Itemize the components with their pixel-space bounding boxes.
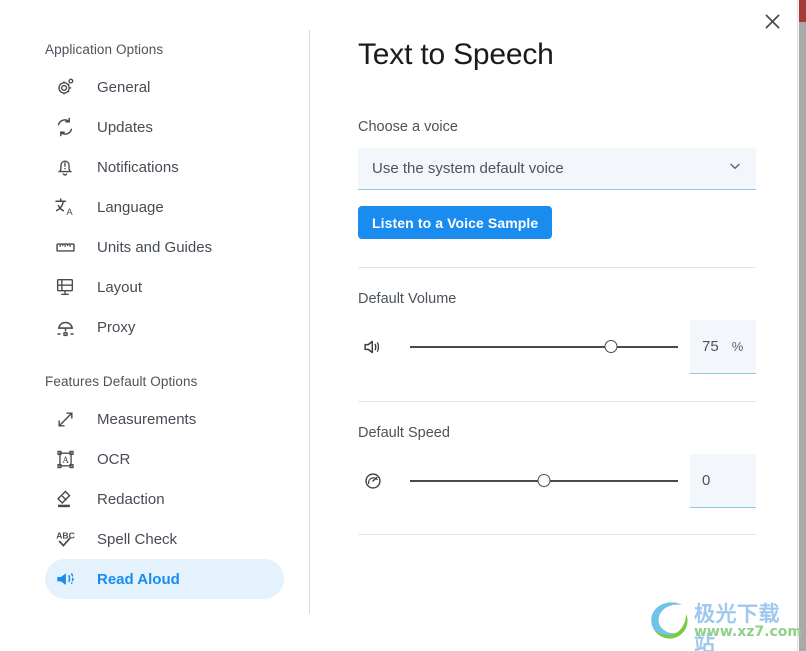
speed-value: 0 [702, 472, 711, 489]
eraser-icon [50, 486, 80, 512]
measure-arrow-icon [50, 406, 80, 432]
sidebar-item-label: Proxy [97, 318, 136, 336]
sidebar-item-label: Redaction [97, 490, 165, 508]
speed-value-box[interactable]: 0 [690, 454, 756, 508]
bell-alert-icon [50, 154, 80, 180]
sidebar-item-proxy[interactable]: Proxy [45, 307, 284, 347]
settings-content-panel: Text to Speech Choose a voice Use the sy… [310, 0, 806, 651]
svg-text:A: A [62, 454, 69, 464]
sidebar-item-general[interactable]: General [45, 67, 284, 107]
scrollbar-thumb-top[interactable] [799, 0, 806, 22]
listen-to-voice-sample-button[interactable]: Listen to a Voice Sample [358, 206, 553, 239]
volume-slider-thumb[interactable] [604, 340, 618, 353]
default-speed-section: Default Speed 0 [358, 425, 806, 508]
sidebar-item-ocr[interactable]: A OCR [45, 439, 284, 479]
vertical-scrollbar[interactable] [797, 0, 806, 651]
sidebar-item-label: Measurements [97, 410, 197, 428]
volume-unit: % [731, 339, 744, 354]
megaphone-icon [50, 566, 80, 592]
sidebar-item-label: Units and Guides [97, 238, 213, 256]
sidebar-group-title-application-options: Application Options [45, 42, 164, 57]
sidebar-item-updates[interactable]: Updates [45, 107, 284, 147]
sidebar-item-label: Notifications [97, 158, 179, 176]
volume-slider-row: 75 % [358, 320, 756, 374]
volume-value: 75 [702, 338, 719, 355]
default-volume-section: Default Volume 75 % [358, 291, 806, 374]
sidebar-item-label: Language [97, 198, 164, 216]
speed-slider-thumb[interactable] [537, 474, 551, 487]
default-volume-label: Default Volume [358, 291, 457, 307]
section-divider [358, 534, 756, 535]
layout-icon [50, 274, 80, 300]
sidebar-item-label: General [97, 78, 151, 96]
chevron-down-icon [728, 159, 742, 178]
speaker-volume-icon [358, 336, 388, 358]
sidebar-item-label: Updates [97, 118, 153, 136]
sidebar-item-spell-check[interactable]: ABC Spell Check [45, 519, 284, 559]
sidebar-item-redaction[interactable]: Redaction [45, 479, 284, 519]
speed-slider-row: 0 [358, 454, 756, 508]
ruler-icon [50, 234, 80, 260]
sidebar-item-notifications[interactable]: Notifications [45, 147, 284, 187]
translate-icon: A [50, 194, 80, 220]
choose-a-voice-label: Choose a voice [358, 119, 458, 135]
scrollbar-thumb[interactable] [799, 22, 806, 651]
svg-text:A: A [66, 206, 73, 217]
speed-slider[interactable] [410, 461, 678, 501]
sidebar-item-label: Spell Check [97, 530, 178, 548]
speedometer-icon [358, 470, 388, 492]
volume-slider[interactable] [410, 327, 678, 367]
svg-text:ABC: ABC [56, 530, 75, 540]
volume-value-box[interactable]: 75 % [690, 320, 756, 374]
sidebar-item-label: OCR [97, 450, 131, 468]
gear-icon [50, 74, 80, 100]
sidebar-item-label: Read Aloud [97, 570, 180, 588]
section-divider [358, 267, 756, 268]
default-speed-label: Default Speed [358, 425, 450, 441]
sidebar-item-read-aloud[interactable]: Read Aloud [45, 559, 284, 599]
close-icon [764, 13, 781, 30]
sidebar-group-title-features-default-options: Features Default Options [45, 374, 198, 389]
page-title: Text to Speech [358, 38, 554, 71]
close-button[interactable] [754, 4, 790, 38]
abc-check-icon: ABC [50, 526, 80, 552]
proxy-server-icon [50, 314, 80, 340]
voice-select[interactable]: Use the system default voice [358, 148, 756, 190]
refresh-icon [50, 114, 80, 140]
sidebar-item-units-and-guides[interactable]: Units and Guides [45, 227, 284, 267]
sidebar-item-measurements[interactable]: Measurements [45, 399, 284, 439]
section-divider [358, 401, 756, 402]
settings-sidebar: Application Options General Updates Noti… [0, 0, 310, 651]
settings-dialog: Application Options General Updates Noti… [0, 0, 806, 651]
voice-select-value: Use the system default voice [372, 160, 564, 177]
sidebar-item-label: Layout [97, 278, 143, 296]
sidebar-item-language[interactable]: A Language [45, 187, 284, 227]
volume-slider-track [410, 346, 678, 348]
sidebar-item-layout[interactable]: Layout [45, 267, 284, 307]
ocr-box-a-icon: A [50, 446, 80, 472]
